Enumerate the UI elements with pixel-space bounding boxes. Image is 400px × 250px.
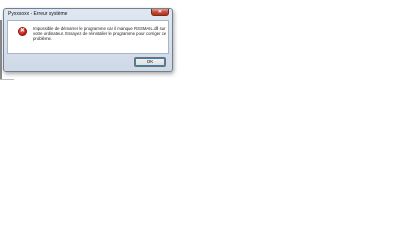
background-window-line <box>0 79 14 80</box>
desktop: Pyxxsoxx - Erreur système ✕ ✕ Impossible… <box>0 0 400 250</box>
dialog-content: ✕ Impossible de démarrer le programme ca… <box>7 20 169 54</box>
dialog-titlebar[interactable]: Pyxxsoxx - Erreur système ✕ <box>4 9 172 19</box>
close-icon: ✕ <box>157 9 163 15</box>
dialog-title: Pyxxsoxx - Erreur système <box>8 11 68 17</box>
error-message: Impossible de démarrer le programme car … <box>33 26 167 42</box>
error-icon-glyph: ✕ <box>19 28 26 34</box>
ok-button[interactable]: OK <box>134 57 166 67</box>
background-window-edge <box>0 20 2 80</box>
close-button[interactable]: ✕ <box>151 9 169 16</box>
error-dialog: Pyxxsoxx - Erreur système ✕ ✕ Impossible… <box>3 8 173 72</box>
dialog-footer: OK <box>4 54 172 71</box>
error-icon: ✕ <box>18 27 27 36</box>
